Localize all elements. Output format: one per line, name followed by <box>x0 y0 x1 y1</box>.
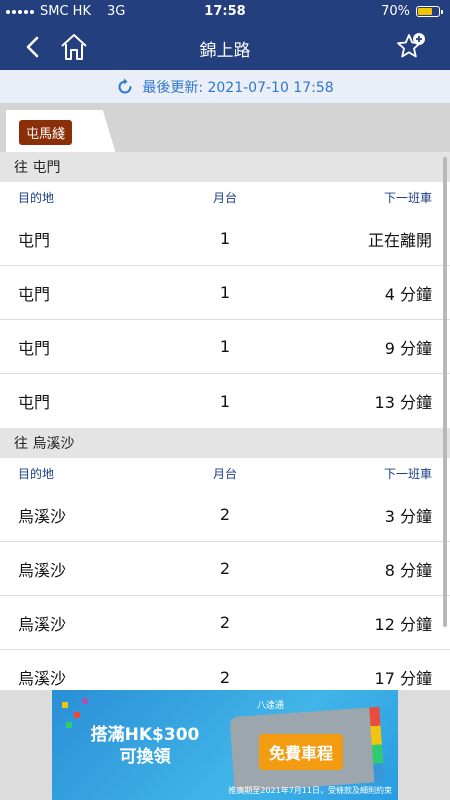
ad-area: 搭滿HK$300 可換領 八達通 免費車程 推廣期至2021年7月11日，受條款… <box>0 690 450 800</box>
row-platform: 2 <box>219 505 231 524</box>
train-row: 屯門 1 13 分鐘 <box>0 374 450 428</box>
ad-fine-print: 推廣期至2021年7月11日，受條款及細則約束 <box>228 786 392 795</box>
train-row: 烏溪沙 2 3 分鐘 <box>0 488 450 542</box>
row-platform: 1 <box>219 229 231 248</box>
star-add-icon <box>397 33 425 58</box>
row-destination: 烏溪沙 <box>18 669 67 688</box>
column-next-train: 下一班車 <box>383 466 432 481</box>
train-row: 屯門 1 正在離開 <box>0 212 450 266</box>
nav-bar: 錦上路 <box>0 24 450 70</box>
direction-header: 往 烏溪沙 <box>0 428 450 458</box>
line-tab-bar: 屯馬綫 <box>0 104 450 154</box>
row-next-train: 13 分鐘 <box>374 393 432 412</box>
battery-percent: 70% <box>381 4 410 19</box>
train-row: 烏溪沙 2 17 分鐘 <box>0 650 450 690</box>
ad-line-2: 可換領 <box>119 747 171 767</box>
row-platform: 2 <box>219 559 231 578</box>
add-favorite-button[interactable] <box>394 30 428 64</box>
ad-badge: 免費車程 <box>259 734 344 770</box>
row-platform: 1 <box>219 391 231 411</box>
ad-brand: 八達通 <box>257 701 285 711</box>
row-next-train: 3 分鐘 <box>384 506 432 526</box>
row-destination: 屯門 <box>18 338 51 358</box>
row-next-train: 8 分鐘 <box>384 560 432 580</box>
battery-icon <box>416 6 443 17</box>
schedule-list[interactable]: 往 屯門 目的地 月台 下一班車 屯門 1 正在離開 屯門 1 4 分鐘 屯門 1 9 分鐘 屯門 1 13 … <box>0 152 450 690</box>
column-headers: 目的地 月台 下一班車 <box>0 458 450 488</box>
ad-line-1: 搭滿HK$300 <box>90 725 200 745</box>
direction-header: 往 屯門 <box>0 152 450 182</box>
last-updated-text: 最後更新: 2021-07-10 17:58 <box>142 79 334 96</box>
train-row: 烏溪沙 2 8 分鐘 <box>0 542 450 596</box>
column-next-train: 下一班車 <box>383 190 432 205</box>
column-destination: 目的地 <box>18 466 55 481</box>
row-platform: 1 <box>219 283 231 302</box>
row-destination: 屯門 <box>18 230 51 250</box>
page-title: 錦上路 <box>199 41 251 61</box>
status-bar: SMC HK 3G 17:58 70% <box>0 0 450 24</box>
row-destination: 烏溪沙 <box>18 506 67 526</box>
row-platform: 2 <box>219 613 231 632</box>
row-destination: 屯門 <box>18 393 51 412</box>
tab-label: 屯馬綫 <box>19 120 73 145</box>
refresh-bar[interactable]: 最後更新: 2021-07-10 17:58 <box>0 70 450 104</box>
refresh-icon <box>118 78 132 93</box>
train-row: 屯門 1 4 分鐘 <box>0 266 450 320</box>
row-next-train: 12 分鐘 <box>374 614 432 634</box>
column-destination: 目的地 <box>18 190 55 205</box>
column-headers: 目的地 月台 下一班車 <box>0 182 450 212</box>
row-next-train: 9 分鐘 <box>384 338 432 358</box>
ad-banner[interactable]: 搭滿HK$300 可換領 八達通 免費車程 推廣期至2021年7月11日，受條款… <box>52 690 398 800</box>
row-next-train: 正在離開 <box>367 230 432 250</box>
column-platform: 月台 <box>212 190 237 205</box>
row-next-train: 17 分鐘 <box>374 669 432 688</box>
status-right: 70% <box>381 4 443 19</box>
row-destination: 烏溪沙 <box>18 614 67 634</box>
train-row: 烏溪沙 2 12 分鐘 <box>0 596 450 650</box>
row-destination: 烏溪沙 <box>18 560 67 580</box>
column-platform: 月台 <box>212 466 237 481</box>
train-row: 屯門 1 9 分鐘 <box>0 320 450 374</box>
row-next-train: 4 分鐘 <box>384 284 432 304</box>
row-platform: 2 <box>219 667 231 687</box>
scrollbar[interactable] <box>443 157 447 627</box>
row-platform: 1 <box>219 337 231 356</box>
row-destination: 屯門 <box>18 284 51 304</box>
ad-headline: 搭滿HK$300 可換領 <box>80 724 210 768</box>
